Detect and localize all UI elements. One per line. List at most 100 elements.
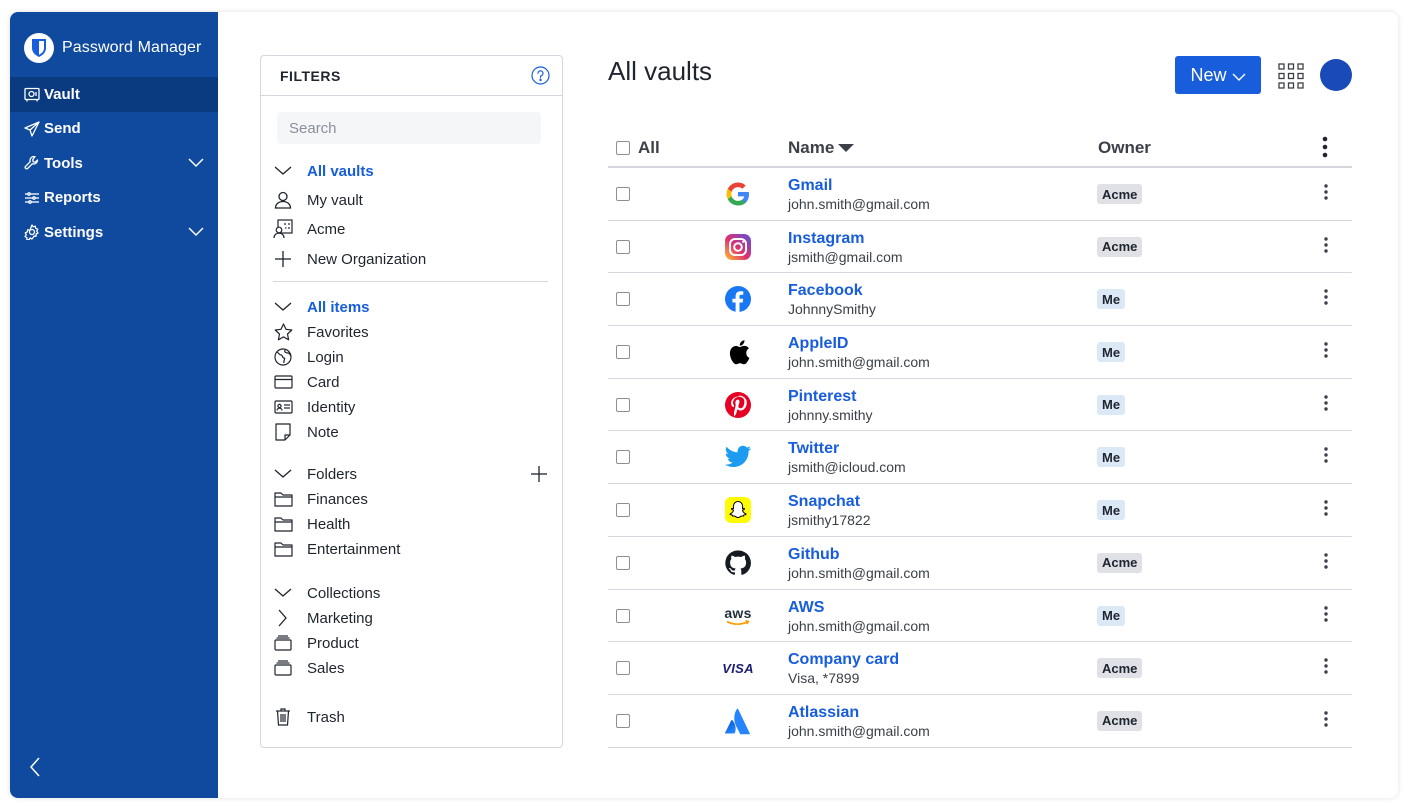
filter-new-organization[interactable]: New Organization <box>273 247 426 271</box>
chevron-down-icon[interactable] <box>273 464 293 484</box>
table-row[interactable]: aws AWS john.smith@gmail.com Me <box>608 590 1352 643</box>
sidebar-item-reports[interactable]: Reports <box>10 181 218 216</box>
table-row[interactable]: Snapchat jsmithy17822 Me <box>608 484 1352 537</box>
table-row[interactable]: Github john.smith@gmail.com Acme <box>608 537 1352 590</box>
search-input[interactable] <box>277 112 541 144</box>
table-row[interactable]: Gmail john.smith@gmail.com Acme <box>608 168 1352 221</box>
filter-folder-entertainment[interactable]: Entertainment <box>273 537 400 561</box>
filter-all-vaults[interactable]: All vaults <box>273 159 374 183</box>
filter-label: Finances <box>307 490 368 508</box>
row-checkbox[interactable] <box>616 450 630 465</box>
row-checkbox[interactable] <box>616 292 630 307</box>
sidebar-item-vault[interactable]: Vault <box>10 77 218 112</box>
row-menu-icon[interactable] <box>1324 553 1328 574</box>
row-menu-icon[interactable] <box>1324 289 1328 310</box>
item-name-link[interactable]: Twitter <box>788 440 839 458</box>
chevron-down-icon[interactable] <box>188 224 204 241</box>
row-checkbox[interactable] <box>616 345 630 360</box>
table-row[interactable]: Atlassian john.smith@gmail.com Acme <box>608 695 1352 748</box>
column-owner[interactable]: Owner <box>1098 138 1151 158</box>
row-menu-icon[interactable] <box>1324 447 1328 468</box>
row-checkbox[interactable] <box>616 713 630 728</box>
apple-logo-icon <box>724 338 752 366</box>
sidebar-item-settings[interactable]: Settings <box>10 215 218 250</box>
table-row[interactable]: Pinterest johnny.smithy Me <box>608 379 1352 432</box>
item-name-link[interactable]: AppleID <box>788 335 848 353</box>
filter-login[interactable]: Login <box>273 345 344 369</box>
filter-collections[interactable]: Collections <box>273 581 380 605</box>
add-folder-button[interactable] <box>529 464 549 484</box>
column-name[interactable]: Name <box>788 138 855 158</box>
sidebar-item-tools[interactable]: Tools <box>10 146 218 181</box>
filter-folder-health[interactable]: Health <box>273 512 350 536</box>
filter-note[interactable]: Note <box>273 420 339 444</box>
brand[interactable]: Password Manager <box>24 33 201 63</box>
row-checkbox[interactable] <box>616 503 630 518</box>
item-name-link[interactable]: Pinterest <box>788 388 856 406</box>
filter-all-items[interactable]: All items <box>273 295 370 319</box>
plus-icon <box>531 466 547 482</box>
table-row[interactable]: Instagram jsmith@gmail.com Acme <box>608 221 1352 274</box>
kebab-menu-icon[interactable] <box>1322 136 1328 163</box>
row-menu-icon[interactable] <box>1324 342 1328 363</box>
table-row[interactable]: Facebook JohnnySmithy Me <box>608 273 1352 327</box>
row-checkbox[interactable] <box>616 397 630 412</box>
new-button[interactable]: New <box>1175 56 1261 94</box>
item-name-link[interactable]: Gmail <box>788 177 832 195</box>
chevron-right-icon[interactable] <box>273 608 293 628</box>
table-row[interactable]: AppleID john.smith@gmail.com Me <box>608 326 1352 379</box>
item-name-link[interactable]: Snapchat <box>788 493 860 511</box>
filter-collection-sales[interactable]: Sales <box>273 656 345 680</box>
filter-favorites[interactable]: Favorites <box>273 320 369 344</box>
collapse-sidebar-button[interactable] <box>26 754 44 780</box>
row-checkbox[interactable] <box>616 187 630 201</box>
sidebar-item-send[interactable]: Send <box>10 112 218 147</box>
item-name-link[interactable]: Facebook <box>788 282 863 300</box>
help-icon[interactable] <box>531 66 550 85</box>
filter-acme[interactable]: Acme <box>273 217 345 241</box>
column-all[interactable]: All <box>638 138 660 158</box>
row-checkbox[interactable] <box>616 239 630 254</box>
filter-trash[interactable]: Trash <box>273 705 345 729</box>
item-username: jsmith@icloud.com <box>788 459 906 476</box>
filter-card[interactable]: Card <box>273 370 340 394</box>
filter-collection-marketing[interactable]: Marketing <box>273 606 373 630</box>
row-checkbox[interactable] <box>616 661 630 676</box>
owner-badge: Acme <box>1097 710 1143 731</box>
item-name-link[interactable]: AWS <box>788 599 824 617</box>
row-menu-icon[interactable] <box>1324 236 1328 258</box>
item-name-link[interactable]: Atlassian <box>788 704 859 722</box>
row-checkbox[interactable] <box>616 555 630 570</box>
filter-my-vault[interactable]: My vault <box>273 188 363 212</box>
row-menu-icon[interactable] <box>1324 658 1328 679</box>
item-name-link[interactable]: Company card <box>788 651 899 669</box>
chevron-down-icon[interactable] <box>273 583 293 603</box>
atlassian-logo-icon <box>724 707 752 735</box>
apps-grid-icon[interactable] <box>1278 63 1304 89</box>
filter-folders[interactable]: Folders <box>273 462 357 486</box>
filter-folder-finances[interactable]: Finances <box>273 487 368 511</box>
row-menu-icon[interactable] <box>1324 395 1328 416</box>
filter-label: Marketing <box>307 609 373 627</box>
select-all-checkbox[interactable] <box>616 141 630 155</box>
avatar[interactable] <box>1320 59 1352 91</box>
row-checkbox[interactable] <box>616 608 630 623</box>
filter-identity[interactable]: Identity <box>273 395 355 419</box>
item-name-link[interactable]: Instagram <box>788 230 864 248</box>
filter-heading: All vaults <box>307 162 374 180</box>
send-icon <box>24 121 40 137</box>
folder-icon <box>273 514 293 534</box>
chevron-down-icon[interactable] <box>273 161 293 181</box>
page-title: All vaults <box>608 56 713 86</box>
note-icon <box>273 422 293 442</box>
chevron-down-icon[interactable] <box>188 155 204 172</box>
row-menu-icon[interactable] <box>1324 184 1328 205</box>
table-row[interactable]: Twitter jsmith@icloud.com Me <box>608 431 1352 485</box>
row-menu-icon[interactable] <box>1324 500 1328 521</box>
row-menu-icon[interactable] <box>1324 711 1328 732</box>
table-row[interactable]: VISA Company card Visa, *7899 Acme <box>608 642 1352 695</box>
chevron-down-icon[interactable] <box>273 297 293 317</box>
item-name-link[interactable]: Github <box>788 546 840 564</box>
row-menu-icon[interactable] <box>1324 605 1328 627</box>
filter-collection-product[interactable]: Product <box>273 631 359 655</box>
